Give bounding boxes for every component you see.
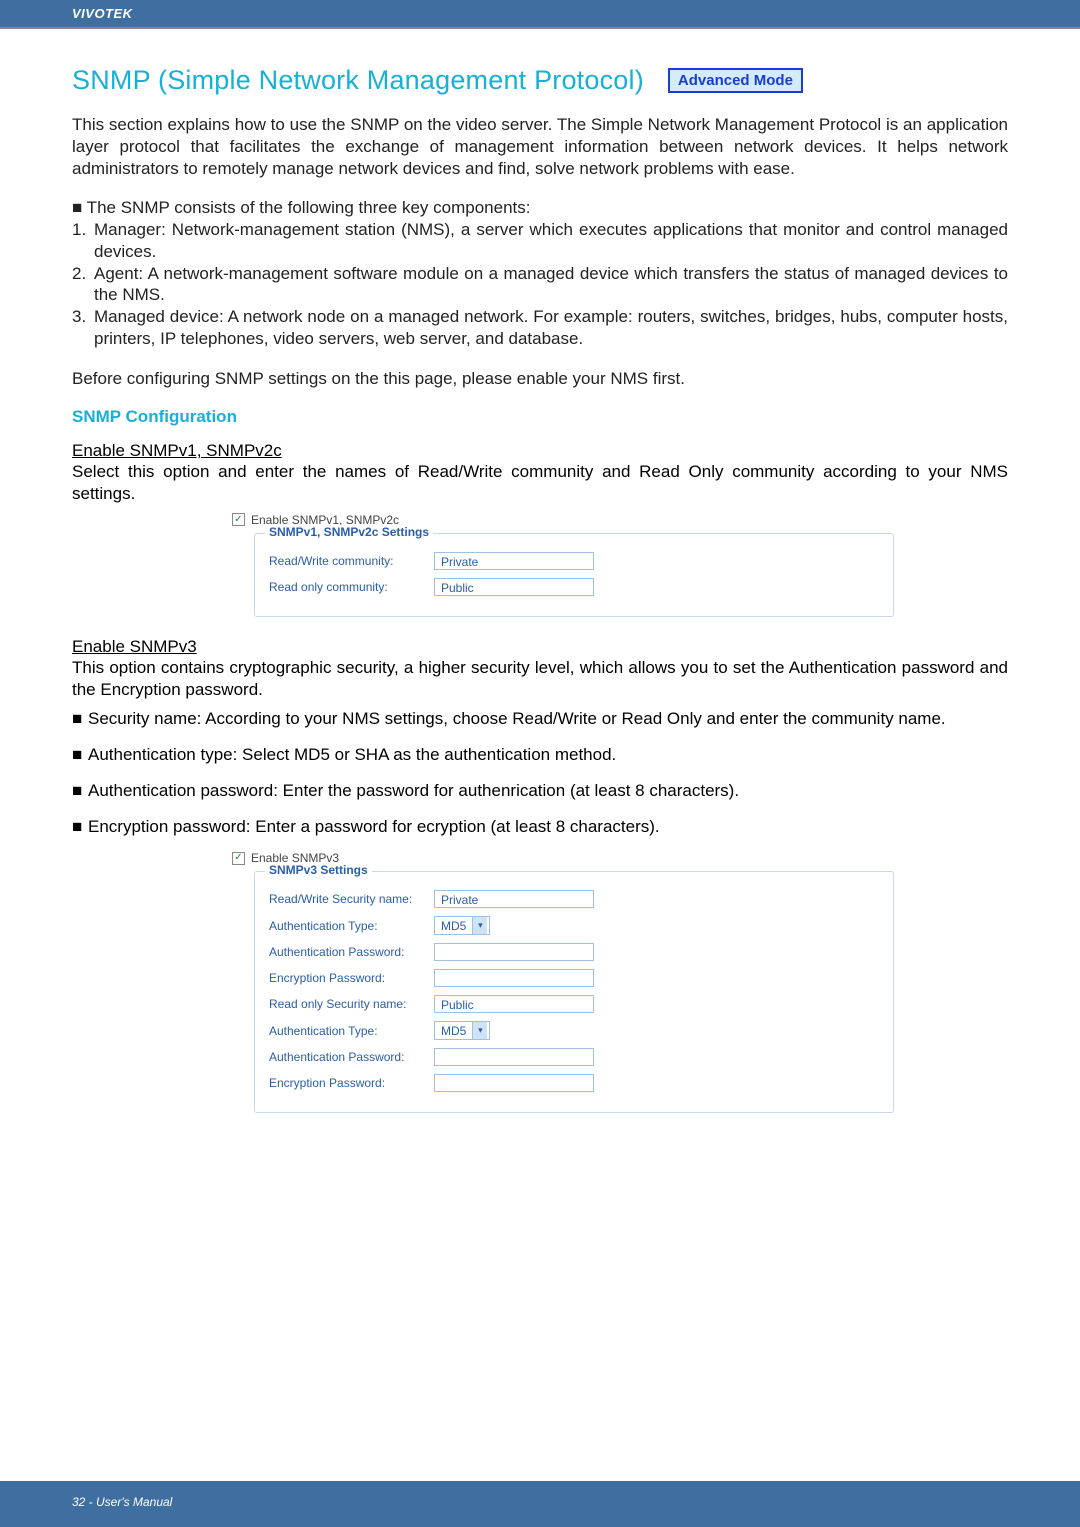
intro-paragraph: This section explains how to use the SNM… <box>72 114 1008 179</box>
auth-type-label: Authentication Type: <box>269 919 434 933</box>
rw-community-input[interactable]: Private <box>434 552 594 570</box>
auth-password-label: Authentication Password: <box>269 945 434 959</box>
rw-security-name-input[interactable]: Private <box>434 890 594 908</box>
title-row: SNMP (Simple Network Management Protocol… <box>72 65 1008 96</box>
content-area: SNMP (Simple Network Management Protocol… <box>0 29 1080 1113</box>
auth-type-label: Authentication Type: <box>269 1024 434 1038</box>
ro-community-input[interactable]: Public <box>434 578 594 596</box>
rw-security-name-label: Read/Write Security name: <box>269 892 434 906</box>
chevron-down-icon: ▾ <box>472 917 487 934</box>
component-text: Agent: A network-management software mod… <box>94 263 1008 307</box>
page: VIVOTEK SNMP (Simple Network Management … <box>0 0 1080 1527</box>
rw-community-row: Read/Write community: Private <box>269 552 879 570</box>
v3-legend: SNMPv3 Settings <box>265 863 372 877</box>
v3-ui-panel: ✓ Enable SNMPv3 SNMPv3 Settings Read/Wri… <box>232 851 1008 1113</box>
ro-auth-password-row: Authentication Password: <box>269 1048 879 1066</box>
ro-enc-password-row: Encryption Password: <box>269 1074 879 1092</box>
list-number: 2. <box>72 263 94 307</box>
list-number: 1. <box>72 219 94 263</box>
enable-v1v2c-heading: Enable SNMPv1, SNMPv2c <box>72 441 1008 461</box>
enc-password-label: Encryption Password: <box>269 1076 434 1090</box>
v3-fieldset: SNMPv3 Settings Read/Write Security name… <box>254 871 894 1113</box>
rw-auth-password-row: Authentication Password: <box>269 943 879 961</box>
brand-text: VIVOTEK <box>72 6 133 21</box>
component-item-2: 2. Agent: A network-management software … <box>72 263 1008 307</box>
v3-bullet-auth-password: ■ Authentication password: Enter the pas… <box>72 780 1008 802</box>
v3-bullet-enc-password: ■ Encryption password: Enter a password … <box>72 816 1008 838</box>
components-block: ■ The SNMP consists of the following thr… <box>72 197 1008 349</box>
rw-security-name-row: Read/Write Security name: Private <box>269 890 879 908</box>
v3-description: This option contains cryptographic secur… <box>72 657 1008 701</box>
ro-security-name-row: Read only Security name: Public <box>269 995 879 1013</box>
component-text: Managed device: A network node on a mana… <box>94 306 1008 350</box>
ro-security-name-label: Read only Security name: <box>269 997 434 1011</box>
enable-v3-heading: Enable SNMPv3 <box>72 637 1008 657</box>
advanced-mode-badge: Advanced Mode <box>668 68 803 93</box>
ro-security-name-input[interactable]: Public <box>434 995 594 1013</box>
list-number: 3. <box>72 306 94 350</box>
select-value: MD5 <box>441 1024 466 1038</box>
select-value: MD5 <box>441 919 466 933</box>
checkbox-icon[interactable]: ✓ <box>232 852 245 865</box>
ro-auth-password-input[interactable] <box>434 1048 594 1066</box>
v1v2c-description: Select this option and enter the names o… <box>72 461 1008 505</box>
ro-auth-type-select[interactable]: MD5 ▾ <box>434 1021 490 1040</box>
square-bullet-icon: ■ <box>72 744 88 766</box>
before-config-text: Before configuring SNMP settings on the … <box>72 368 1008 390</box>
v3-bullet-auth-type: ■ Authentication type: Select MD5 or SHA… <box>72 744 1008 766</box>
bullet-text: Authentication password: Enter the passw… <box>88 780 739 802</box>
component-item-1: 1. Manager: Network-management station (… <box>72 219 1008 263</box>
ro-enc-password-input[interactable] <box>434 1074 594 1092</box>
ro-community-label: Read only community: <box>269 580 434 594</box>
component-text: Manager: Network-management station (NMS… <box>94 219 1008 263</box>
v3-bullets: ■ Security name: According to your NMS s… <box>72 708 1008 837</box>
v1v2c-ui-panel: ✓ Enable SNMPv1, SNMPv2c SNMPv1, SNMPv2c… <box>232 513 1008 617</box>
bullet-text: Authentication type: Select MD5 or SHA a… <box>88 744 616 766</box>
square-bullet-icon: ■ <box>72 780 88 802</box>
bullet-text: Encryption password: Enter a password fo… <box>88 816 660 838</box>
rw-enc-password-row: Encryption Password: <box>269 969 879 987</box>
rw-community-label: Read/Write community: <box>269 554 434 568</box>
v3-bullet-security-name: ■ Security name: According to your NMS s… <box>72 708 1008 730</box>
rw-auth-type-select[interactable]: MD5 ▾ <box>434 916 490 935</box>
square-bullet-icon: ■ <box>72 708 88 730</box>
enc-password-label: Encryption Password: <box>269 971 434 985</box>
snmp-config-heading: SNMP Configuration <box>72 407 1008 427</box>
components-lead: ■ The SNMP consists of the following thr… <box>72 197 1008 219</box>
header-bar: VIVOTEK <box>0 0 1080 29</box>
bullet-text: Security name: According to your NMS set… <box>88 708 946 730</box>
page-footer: 32 - User's Manual <box>72 1495 172 1509</box>
v1v2c-fieldset: SNMPv1, SNMPv2c Settings Read/Write comm… <box>254 533 894 617</box>
rw-auth-password-input[interactable] <box>434 943 594 961</box>
v1v2c-legend: SNMPv1, SNMPv2c Settings <box>265 525 433 539</box>
chevron-down-icon: ▾ <box>472 1022 487 1039</box>
auth-password-label: Authentication Password: <box>269 1050 434 1064</box>
component-item-3: 3. Managed device: A network node on a m… <box>72 306 1008 350</box>
square-bullet-icon: ■ <box>72 816 88 838</box>
page-title: SNMP (Simple Network Management Protocol… <box>72 65 644 96</box>
ro-community-row: Read only community: Public <box>269 578 879 596</box>
rw-auth-type-row: Authentication Type: MD5 ▾ <box>269 916 879 935</box>
ro-auth-type-row: Authentication Type: MD5 ▾ <box>269 1021 879 1040</box>
checkbox-icon[interactable]: ✓ <box>232 513 245 526</box>
rw-enc-password-input[interactable] <box>434 969 594 987</box>
